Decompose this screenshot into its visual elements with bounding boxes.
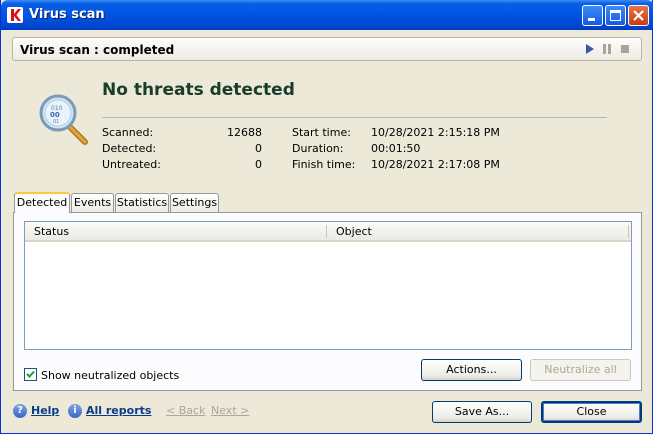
back-link[interactable]: < Back xyxy=(166,404,205,417)
info-icon[interactable]: i xyxy=(68,404,82,418)
untreated-label: Untreated: xyxy=(102,158,161,171)
stop-icon[interactable] xyxy=(620,44,630,54)
finish-time-value: 10/28/2021 2:17:08 PM xyxy=(371,158,500,171)
title-bar[interactable]: Virus scan xyxy=(1,0,653,30)
detected-label: Detected: xyxy=(102,142,157,155)
start-time-value: 10/28/2021 2:15:18 PM xyxy=(371,126,500,139)
magnifier-scan-icon: 010 00 01 xyxy=(39,94,88,145)
detected-value: 0 xyxy=(255,142,262,155)
detected-tab-panel: Status Object Show neutralized objects A… xyxy=(13,212,642,391)
show-neutralized-label[interactable]: Show neutralized objects xyxy=(41,369,179,382)
window-title: Virus scan xyxy=(29,7,105,22)
tab-events[interactable]: Events xyxy=(71,193,114,212)
neutralize-all-button[interactable]: Neutralize all xyxy=(530,359,631,381)
column-header-status[interactable]: Status xyxy=(34,225,69,238)
minimize-button[interactable] xyxy=(582,5,603,26)
virus-scan-window: Virus scan Virus scan : completed 010 00… xyxy=(0,0,653,434)
scan-status-bar: Virus scan : completed xyxy=(12,37,642,61)
start-time-label: Start time: xyxy=(292,126,351,139)
tab-statistics[interactable]: Statistics xyxy=(115,193,169,212)
maximize-button[interactable] xyxy=(605,5,626,26)
column-divider[interactable] xyxy=(628,225,629,238)
tab-detected[interactable]: Detected xyxy=(14,192,70,213)
scanned-value: 12688 xyxy=(227,126,262,139)
svg-text:00: 00 xyxy=(50,111,60,119)
close-button[interactable]: Close xyxy=(541,401,642,423)
detected-objects-table[interactable]: Status Object xyxy=(24,221,632,350)
help-icon[interactable]: ? xyxy=(13,404,27,418)
play-icon[interactable] xyxy=(585,44,595,54)
all-reports-link[interactable]: All reports xyxy=(86,404,151,417)
finish-time-label: Finish time: xyxy=(292,158,356,171)
scanned-label: Scanned: xyxy=(102,126,154,139)
untreated-value: 0 xyxy=(255,158,262,171)
show-neutralized-checkbox[interactable] xyxy=(24,368,37,381)
close-window-button[interactable] xyxy=(628,5,649,26)
result-headline: No threats detected xyxy=(102,80,295,100)
help-link[interactable]: Help xyxy=(31,404,59,417)
next-link[interactable]: Next > xyxy=(211,404,249,417)
table-header: Status Object xyxy=(25,222,631,242)
duration-label: Duration: xyxy=(292,142,344,155)
column-header-object[interactable]: Object xyxy=(336,225,372,238)
svg-text:01: 01 xyxy=(53,119,59,125)
kaspersky-logo-icon xyxy=(7,7,23,23)
actions-button[interactable]: Actions... xyxy=(421,359,522,381)
column-divider[interactable] xyxy=(326,225,327,238)
tab-settings[interactable]: Settings xyxy=(170,193,219,212)
duration-value: 00:01:50 xyxy=(371,142,421,155)
scan-status-text: Virus scan : completed xyxy=(20,43,175,57)
save-as-button[interactable]: Save As... xyxy=(432,401,532,423)
pause-icon[interactable] xyxy=(602,44,612,54)
checkmark-icon xyxy=(26,370,35,378)
summary-divider xyxy=(102,117,607,118)
